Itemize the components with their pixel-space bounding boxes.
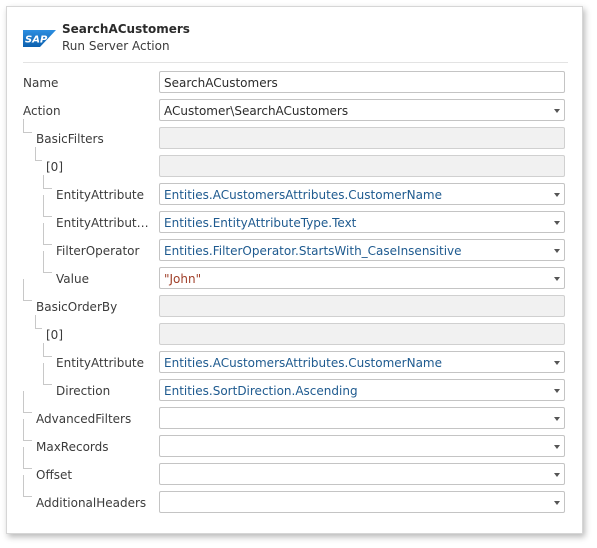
chevron-down-icon[interactable] <box>554 417 560 421</box>
property-value-text: SearchACustomers <box>164 76 278 90</box>
property-row-entityattributet: EntityAttributeT... Entities.EntityAttrib… <box>7 195 582 237</box>
property-row-additionalheaders: AdditionalHeaders <box>7 475 582 517</box>
tree-connector <box>23 419 32 441</box>
property-value-dropdown[interactable]: Entities.FilterOperator.StartsWith_CaseI… <box>159 239 565 261</box>
property-label: FilterOperator <box>56 244 140 258</box>
tree-connector <box>23 119 32 133</box>
property-value-dropdown[interactable] <box>159 463 565 485</box>
property-label: EntityAttribute <box>56 188 145 202</box>
property-row-filteroperator: FilterOperator Entities.FilterOperator.St… <box>7 223 582 265</box>
tree-connector <box>43 175 52 189</box>
chevron-down-icon[interactable] <box>554 249 560 253</box>
tree-connector <box>43 251 52 273</box>
tree-connector <box>23 279 32 301</box>
property-value-text: Entities.FilterOperator.StartsWith_CaseI… <box>164 244 462 258</box>
chevron-down-icon[interactable] <box>554 473 560 477</box>
chevron-down-icon[interactable] <box>554 445 560 449</box>
tree-connector <box>43 223 52 245</box>
chevron-down-icon[interactable] <box>554 389 560 393</box>
property-label: Name <box>23 76 59 90</box>
property-value-dropdown[interactable]: ACustomer\SearchACustomers <box>159 99 565 121</box>
property-value-text: ACustomer\SearchACustomers <box>164 104 349 118</box>
property-row-name: Name SearchACustomers <box>7 69 582 97</box>
property-row-entityattribute: EntityAttribute Entities.ACustomersAttrib… <box>7 175 582 209</box>
property-value-text: Entities.SortDirection.Ascending <box>164 384 358 398</box>
property-label: AdvancedFilters <box>36 412 132 426</box>
property-label: Value <box>56 272 89 286</box>
property-label: EntityAttributeT... <box>56 216 155 230</box>
property-label: EntityAttribute <box>56 356 145 370</box>
chevron-down-icon[interactable] <box>554 193 560 197</box>
property-label: BasicFilters <box>36 132 104 146</box>
sap-logo-icon: SAP <box>23 30 56 47</box>
property-value-dropdown[interactable]: Entities.EntityAttributeType.Text <box>159 211 565 233</box>
property-label: MaxRecords <box>36 440 109 454</box>
property-value-field[interactable] <box>159 323 565 345</box>
sap-logo-text: SAP <box>25 35 48 46</box>
property-label: AdditionalHeaders <box>36 496 147 510</box>
tree-connector <box>43 363 52 385</box>
property-value-field[interactable] <box>159 155 565 177</box>
action-title: SearchACustomers <box>62 22 190 36</box>
tree-connector <box>43 343 52 357</box>
panel-header: SAP SearchACustomers Run Server Action <box>7 7 582 63</box>
chevron-down-icon[interactable] <box>554 277 560 281</box>
property-label: BasicOrderBy <box>36 300 118 314</box>
property-label: [0] <box>46 160 63 174</box>
chevron-down-icon[interactable] <box>554 109 560 113</box>
property-row-value: Value "John" <box>7 251 582 293</box>
property-value-text: Entities.EntityAttributeType.Text <box>164 216 357 230</box>
action-subtitle: Run Server Action <box>62 39 170 53</box>
property-row-direction: Direction Entities.SortDirection.Ascendin… <box>7 363 582 405</box>
property-value-dropdown[interactable]: Entities.ACustomersAttributes.CustomerNa… <box>159 183 565 205</box>
tree-connector <box>43 195 52 217</box>
property-row-offset: Offset <box>7 447 582 489</box>
property-row-maxrecords: MaxRecords <box>7 419 582 461</box>
header-divider <box>23 62 568 63</box>
property-value-text: Entities.ACustomersAttributes.CustomerNa… <box>164 188 442 202</box>
property-value-dropdown[interactable] <box>159 435 565 457</box>
property-value-dropdown[interactable] <box>159 407 565 429</box>
tree-connector <box>35 315 42 329</box>
property-value-dropdown[interactable]: "John" <box>159 267 565 289</box>
property-label: [0] <box>46 328 63 342</box>
property-value-field[interactable] <box>159 295 565 317</box>
property-value-field[interactable] <box>159 127 565 149</box>
property-row-entityattribute: EntityAttribute Entities.ACustomersAttrib… <box>7 343 582 377</box>
property-row-0: [0] <box>7 315 582 349</box>
property-row-action: Action ACustomer\SearchACustomers <box>7 97 582 125</box>
property-label: Offset <box>36 468 73 482</box>
property-value-dropdown[interactable]: Entities.SortDirection.Ascending <box>159 379 565 401</box>
tree-connector <box>23 447 32 469</box>
properties-panel: SAP SearchACustomers Run Server Action N… <box>6 6 583 534</box>
property-row-basicfilters: BasicFilters <box>7 119 582 153</box>
property-label: Direction <box>56 384 111 398</box>
property-value-text: Entities.ACustomersAttributes.CustomerNa… <box>164 356 442 370</box>
property-value-dropdown[interactable] <box>159 491 565 513</box>
tree-connector <box>23 475 32 497</box>
property-row-advancedfilters: AdvancedFilters <box>7 391 582 433</box>
property-value-dropdown[interactable]: Entities.ACustomersAttributes.CustomerNa… <box>159 351 565 373</box>
chevron-down-icon[interactable] <box>554 501 560 505</box>
property-label: Action <box>23 104 61 118</box>
property-row-basicorderby: BasicOrderBy <box>7 279 582 321</box>
property-row-0: [0] <box>7 147 582 181</box>
chevron-down-icon[interactable] <box>554 221 560 225</box>
tree-connector <box>35 147 42 161</box>
property-value-text: "John" <box>164 272 202 286</box>
chevron-down-icon[interactable] <box>554 361 560 365</box>
property-value-field[interactable]: SearchACustomers <box>159 71 565 93</box>
tree-connector <box>23 391 32 413</box>
